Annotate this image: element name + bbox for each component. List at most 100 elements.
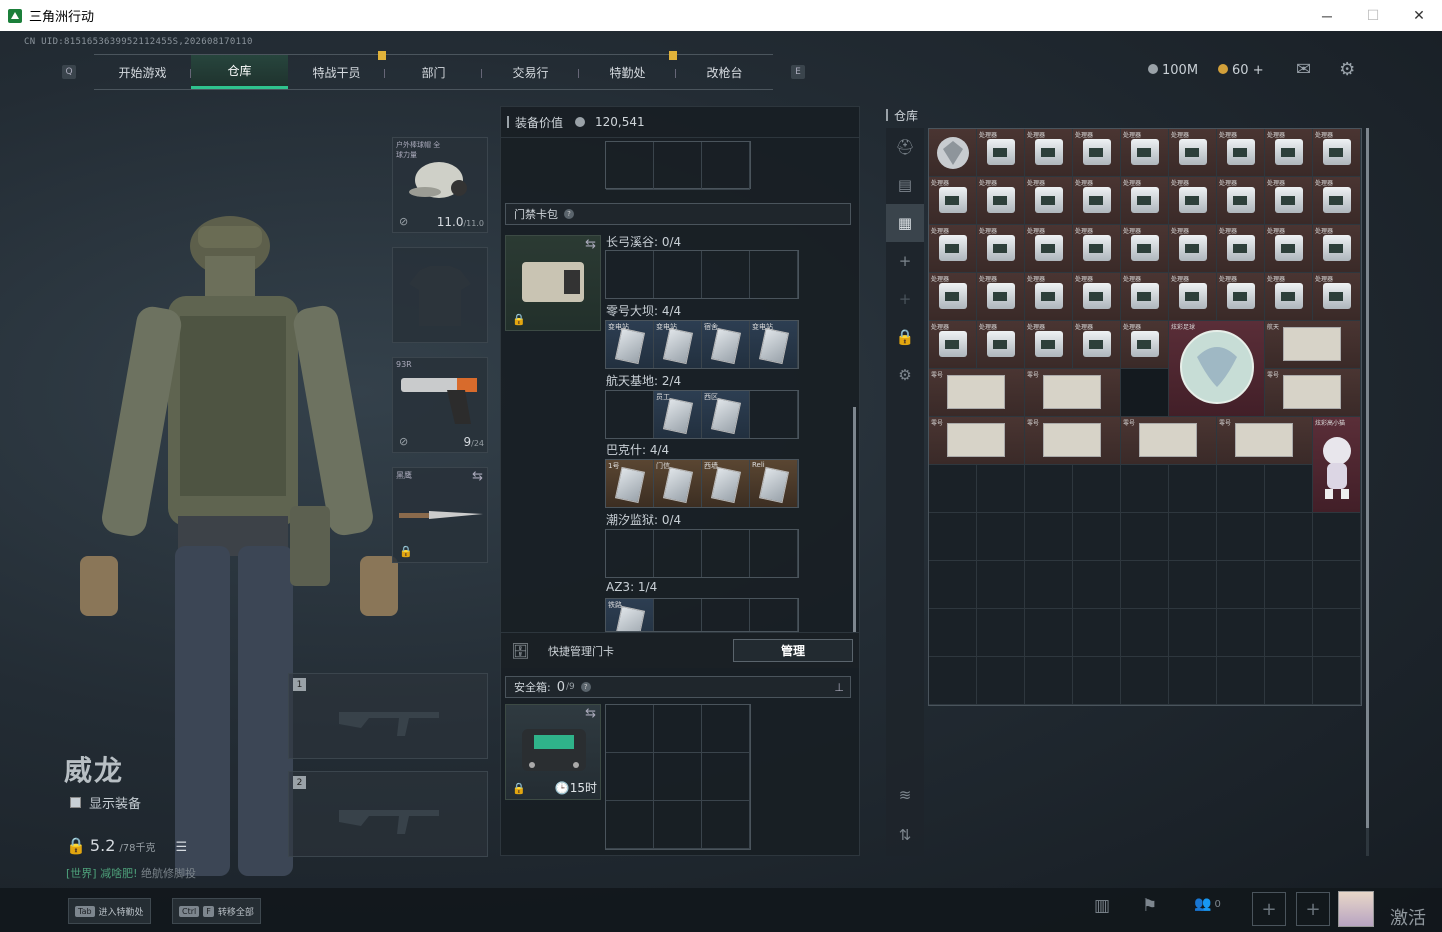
warehouse-cell[interactable] (1313, 561, 1361, 609)
warehouse-item-processor[interactable]: 处理器 (977, 225, 1025, 273)
list-icon[interactable]: ☰ (175, 840, 187, 855)
warehouse-item-processor[interactable]: 处理器 (1217, 129, 1265, 177)
keycard-slot[interactable] (606, 391, 654, 438)
swap-icon[interactable]: ⇆ (585, 706, 596, 721)
warehouse-cell[interactable] (1217, 561, 1265, 609)
warehouse-item-processor[interactable]: 处理器 (1169, 177, 1217, 225)
warehouse-cell[interactable] (977, 513, 1025, 561)
keycard-row-longbow[interactable] (605, 250, 799, 299)
secondary-weapon-slot[interactable]: 2 (288, 771, 488, 857)
tab-special-ops[interactable]: 特勤处 (579, 51, 677, 89)
tab-gunsmith[interactable]: 改枪台 (676, 55, 773, 89)
warehouse-item-processor[interactable]: 处理器 (1073, 225, 1121, 273)
warehouse-item-diamond[interactable] (929, 129, 977, 177)
warehouse-item-processor[interactable]: 处理器 (1121, 177, 1169, 225)
warehouse-cell[interactable] (1265, 465, 1313, 513)
mail-icon[interactable]: ✉ (1296, 59, 1311, 80)
warehouse-item-map[interactable]: 零号 (1121, 417, 1217, 465)
warehouse-cell[interactable] (1073, 657, 1121, 705)
sidetab-add-icon[interactable]: + (886, 242, 924, 280)
gear-icon[interactable]: ⚙ (1339, 59, 1355, 80)
show-gear-checkbox[interactable] (70, 797, 81, 808)
help-icon[interactable]: ? (564, 209, 574, 219)
warehouse-item-processor[interactable]: 处理器 (1313, 225, 1361, 273)
tab-department[interactable]: 部门 (385, 55, 482, 89)
warehouse-cell[interactable] (1169, 465, 1217, 513)
warehouse-item-processor[interactable]: 处理器 (1169, 273, 1217, 321)
warehouse-cell[interactable] (1025, 513, 1073, 561)
warehouse-cell[interactable] (1217, 657, 1265, 705)
enter-special-ops-button[interactable]: Tab 进入特勤处 (68, 898, 151, 924)
chat-preview[interactable]: [世界] 减啥肥! 绝航修脚投 (66, 865, 196, 881)
warehouse-item-map[interactable]: 零号 (1025, 417, 1121, 465)
warehouse-scroll-thumb[interactable] (1366, 128, 1369, 828)
keycard-row-space[interactable]: 员工 西区 (605, 390, 799, 439)
help-icon[interactable]: ? (580, 682, 591, 692)
warehouse-cell[interactable] (929, 609, 977, 657)
sidetab-add2-icon[interactable]: + (886, 280, 924, 318)
warehouse-cell[interactable] (1025, 657, 1073, 705)
tab-operators[interactable]: 特战干员 (288, 51, 386, 89)
invite-slot-1[interactable]: + (1252, 892, 1286, 926)
warehouse-item-map[interactable]: 零号 (1025, 369, 1121, 417)
warehouse-cell[interactable] (1217, 609, 1265, 657)
warehouse-item-processor[interactable]: 处理器 (1313, 177, 1361, 225)
warehouse-cell[interactable] (929, 561, 977, 609)
warehouse-item-processor[interactable]: 处理器 (1313, 129, 1361, 177)
warehouse-item-processor[interactable]: 处理器 (1265, 129, 1313, 177)
warehouse-item-processor[interactable]: 处理器 (977, 129, 1025, 177)
keycard-row-dam[interactable]: 变电站 变电站 宿舍 变电站 (605, 320, 799, 369)
warehouse-item-processor[interactable]: 处理器 (977, 321, 1025, 369)
pistol-slot[interactable]: 93R ⊘ 9/24 (392, 357, 488, 453)
invite-slot-2[interactable]: + (1296, 892, 1330, 926)
tab-start-game[interactable]: 开始游戏 (94, 55, 191, 89)
body-armor-slot[interactable] (392, 247, 488, 343)
warehouse-item-processor[interactable]: 处理器 (929, 177, 977, 225)
warehouse-item-map[interactable]: 零号 (1217, 417, 1313, 465)
warehouse-cell[interactable] (929, 465, 977, 513)
helmet-slot[interactable]: 户外棒球帽 全球力量 ⊘ 11.0/11.0 (392, 137, 488, 233)
warehouse-item-doll[interactable]: 炫彩高小猫 (1313, 417, 1361, 513)
show-gear-toggle[interactable]: 显示装备 (70, 793, 141, 812)
sidetab-storage-icon[interactable]: ▤ (886, 166, 924, 204)
sidetab-lock-icon[interactable]: 🔒 (886, 318, 924, 356)
warehouse-item-processor[interactable]: 处理器 (1217, 225, 1265, 273)
keycard[interactable]: 变电站 (654, 321, 702, 368)
primary-weapon-slot[interactable]: 1 (288, 673, 488, 759)
warehouse-cell[interactable] (1169, 561, 1217, 609)
keycard-slot[interactable] (750, 599, 798, 631)
keycard-slot[interactable] (654, 599, 702, 631)
warehouse-item-processor[interactable]: 处理器 (1073, 129, 1121, 177)
player-avatar[interactable] (1338, 891, 1374, 927)
friends-button[interactable]: 👥 0 (1194, 896, 1221, 912)
maximize-button[interactable]: ☐ (1350, 0, 1396, 31)
warehouse-cell[interactable] (1217, 465, 1265, 513)
warehouse-item-processor[interactable]: 处理器 (1025, 225, 1073, 273)
warehouse-item-processor[interactable]: 处理器 (1313, 273, 1361, 321)
warehouse-item-processor[interactable]: 处理器 (1265, 273, 1313, 321)
swap-icon[interactable]: ⇆ (585, 237, 596, 252)
keycard-scrollbar[interactable] (853, 407, 856, 632)
keycard-slot[interactable] (702, 599, 750, 631)
keycard-slot[interactable] (606, 530, 654, 577)
warehouse-item-processor[interactable]: 处理器 (929, 273, 977, 321)
keycard-slot[interactable] (702, 251, 750, 298)
warehouse-item-processor[interactable]: 处理器 (1217, 273, 1265, 321)
warehouse-cell[interactable] (1169, 609, 1217, 657)
safebox-item[interactable]: ⇆ 🔒 🕒15时 (505, 704, 601, 800)
backpack-grid[interactable] (605, 141, 751, 190)
warehouse-cell[interactable] (1073, 513, 1121, 561)
keycard-slot[interactable] (750, 530, 798, 577)
keycard[interactable]: 员工 (654, 391, 702, 438)
warehouse-cell[interactable] (977, 561, 1025, 609)
nav-prev-key[interactable]: Q (62, 65, 76, 79)
sidetab-layers-icon[interactable]: ≋ (886, 776, 924, 814)
warehouse-cell[interactable] (1169, 513, 1217, 561)
warehouse-item-processor[interactable]: 处理器 (1025, 129, 1073, 177)
warehouse-cell[interactable] (1265, 513, 1313, 561)
warehouse-cell[interactable] (1265, 609, 1313, 657)
warehouse-cell[interactable] (1073, 465, 1121, 513)
keycard[interactable]: Reli (750, 460, 798, 507)
warehouse-cell[interactable] (1073, 609, 1121, 657)
warehouse-cell[interactable] (1121, 657, 1169, 705)
